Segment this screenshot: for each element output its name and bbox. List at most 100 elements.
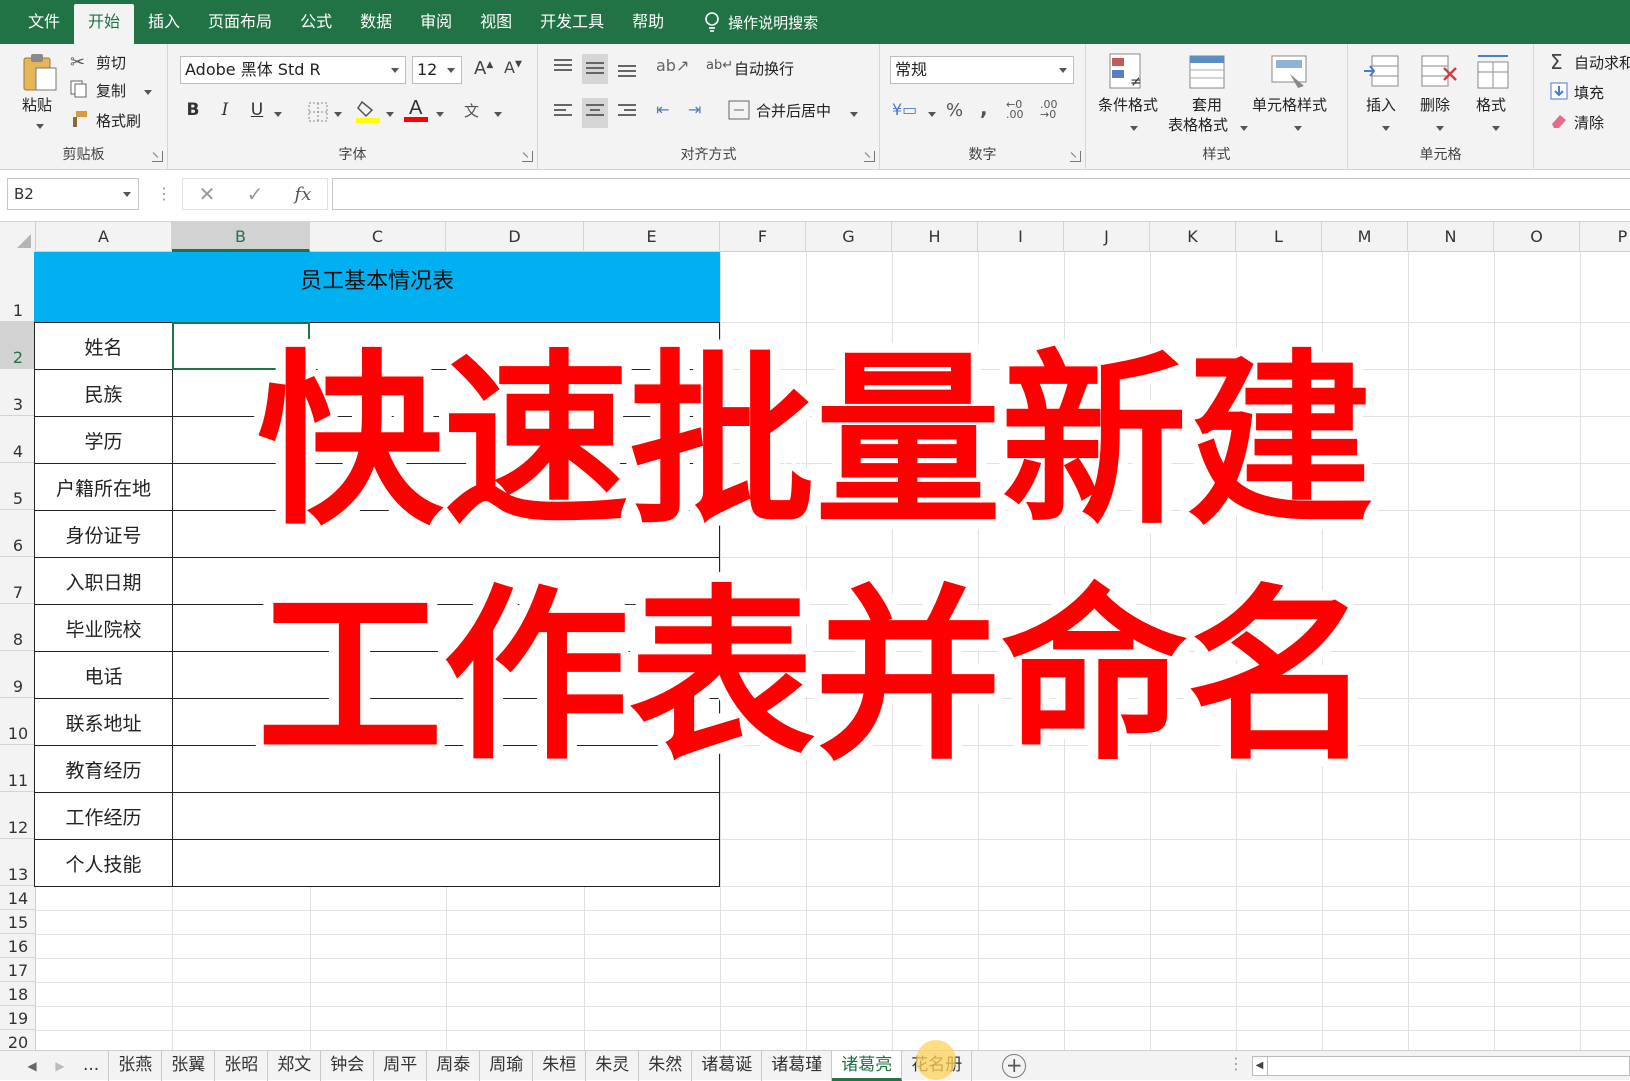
worksheet-grid[interactable]: ABCDEFGHIJKLMNOP 1 2 3 4 5 6 7 8 9 10 11 12 13 14 15 16…	[0, 222, 1630, 1050]
table-label-cell[interactable]: 电话	[34, 651, 173, 699]
column-header-B[interactable]: B	[172, 222, 310, 252]
menu-tab-3[interactable]: 页面布局	[194, 0, 286, 44]
add-sheet-button[interactable]: +	[1002, 1053, 1027, 1078]
paste-icon[interactable]	[20, 52, 58, 96]
column-header-A[interactable]: A	[36, 222, 172, 252]
table-label-cell[interactable]: 入职日期	[34, 557, 173, 605]
row-header-2[interactable]: 2	[0, 322, 36, 369]
increase-indent-icon[interactable]: ⇥	[688, 100, 701, 119]
sheet-tab-5[interactable]: 周平	[374, 1050, 428, 1081]
borders-icon[interactable]	[308, 102, 328, 126]
column-header-M[interactable]: M	[1322, 222, 1408, 252]
menu-tab-5[interactable]: 数据	[346, 0, 406, 44]
decrease-decimal-icon[interactable]: .00 →0	[1040, 99, 1058, 120]
increase-decimal-icon[interactable]: ←0.00	[1006, 99, 1024, 120]
insert-cells-button[interactable]: 插入	[1366, 94, 1396, 115]
table-value-cell[interactable]	[172, 369, 720, 417]
table-value-cell[interactable]	[172, 839, 720, 887]
phonetic-icon[interactable]: 文	[464, 100, 479, 121]
table-value-cell[interactable]	[172, 463, 720, 511]
fill-color-icon[interactable]	[356, 98, 380, 128]
clear-button[interactable]: 清除	[1574, 112, 1604, 133]
menu-tab-6[interactable]: 审阅	[406, 0, 466, 44]
column-header-L[interactable]: L	[1236, 222, 1322, 252]
formula-input[interactable]	[332, 178, 1630, 210]
tab-split-dots-icon[interactable]: ⋮	[1228, 1054, 1244, 1073]
middle-align-icon[interactable]	[582, 54, 608, 84]
table-value-cell[interactable]	[172, 792, 720, 840]
column-header-H[interactable]: H	[892, 222, 978, 252]
menu-tab-2[interactable]: 插入	[134, 0, 194, 44]
column-header-P[interactable]: P	[1580, 222, 1630, 252]
more-sheets-ellipsis[interactable]: ...	[74, 1050, 110, 1081]
menu-tab-1[interactable]: 开始	[74, 4, 135, 44]
table-label-cell[interactable]: 工作经历	[34, 792, 173, 840]
number-launcher-icon[interactable]	[1070, 151, 1081, 162]
row-header-5[interactable]: 5	[0, 463, 36, 510]
column-header-N[interactable]: N	[1408, 222, 1494, 252]
insert-function-icon[interactable]: fx	[295, 184, 312, 205]
column-header-G[interactable]: G	[806, 222, 892, 252]
row-header-3[interactable]: 3	[0, 369, 36, 416]
conditional-format-button[interactable]: 条件格式	[1098, 94, 1158, 115]
row-header-19[interactable]: 19	[0, 1006, 36, 1030]
font-color-icon[interactable]: A	[404, 96, 428, 128]
table-label-cell[interactable]: 姓名	[34, 322, 173, 370]
fill-button[interactable]: 填充	[1574, 82, 1604, 103]
row-header-7[interactable]: 7	[0, 557, 36, 604]
column-header-F[interactable]: F	[720, 222, 806, 252]
table-label-cell[interactable]: 学历	[34, 416, 173, 464]
sheet-tab-3[interactable]: 郑文	[268, 1050, 322, 1081]
menu-tab-7[interactable]: 视图	[466, 0, 526, 44]
cancel-entry-icon[interactable]: ✕	[199, 182, 216, 206]
column-header-D[interactable]: D	[446, 222, 584, 252]
shrink-font-icon[interactable]: A▼	[504, 58, 522, 77]
format-painter-button[interactable]: 格式刷	[96, 110, 141, 131]
menu-tab-4[interactable]: 公式	[286, 0, 346, 44]
orientation-icon[interactable]: ab↗	[656, 56, 689, 75]
menu-tab-9[interactable]: 帮助	[618, 0, 678, 44]
percent-button[interactable]: %	[946, 100, 963, 121]
table-label-cell[interactable]: 毕业院校	[34, 604, 173, 652]
currency-icon[interactable]: ¥▭	[892, 100, 917, 119]
row-header-6[interactable]: 6	[0, 510, 36, 557]
row-header-11[interactable]: 11	[0, 745, 36, 792]
align-left-icon[interactable]	[552, 100, 574, 126]
sheet-tab-1[interactable]: 张翼	[162, 1050, 216, 1081]
format-cells-button[interactable]: 格式	[1476, 94, 1506, 115]
column-header-E[interactable]: E	[584, 222, 720, 252]
column-header-I[interactable]: I	[978, 222, 1064, 252]
bottom-align-icon[interactable]	[616, 56, 638, 82]
sheet-tab-11[interactable]: 诸葛诞	[692, 1050, 763, 1081]
bold-button[interactable]: B	[180, 100, 206, 120]
sheet-tab-13[interactable]: 诸葛亮	[832, 1050, 903, 1081]
font-launcher-icon[interactable]	[522, 151, 533, 162]
menu-tab-8[interactable]: 开发工具	[526, 0, 618, 44]
next-sheet-icon[interactable]: ▶	[46, 1059, 74, 1073]
table-value-cell[interactable]	[172, 322, 720, 370]
sheet-tab-9[interactable]: 朱灵	[586, 1050, 640, 1081]
align-center-icon[interactable]	[582, 98, 608, 128]
merge-center-button[interactable]: 合并后居中	[756, 100, 831, 121]
row-header-13[interactable]: 13	[0, 839, 36, 886]
select-all-button[interactable]	[0, 222, 36, 252]
prev-sheet-icon[interactable]: ◀	[18, 1059, 46, 1073]
format-as-table-line1[interactable]: 套用	[1192, 94, 1222, 115]
row-header-8[interactable]: 8	[0, 604, 36, 651]
table-label-cell[interactable]: 教育经历	[34, 745, 173, 793]
clipboard-launcher-icon[interactable]	[152, 151, 163, 162]
table-value-cell[interactable]	[172, 416, 720, 464]
column-header-J[interactable]: J	[1064, 222, 1150, 252]
table-label-cell[interactable]: 个人技能	[34, 839, 173, 887]
scroll-left-icon[interactable]: ◀	[1252, 1056, 1268, 1076]
table-label-cell[interactable]: 户籍所在地	[34, 463, 173, 511]
column-header-C[interactable]: C	[310, 222, 446, 252]
row-header-20[interactable]: 20	[0, 1030, 36, 1050]
italic-button[interactable]: I	[212, 100, 238, 120]
decrease-indent-icon[interactable]: ⇤	[656, 100, 669, 119]
horizontal-scrollbar[interactable]	[1252, 1056, 1630, 1076]
grow-font-icon[interactable]: A▲	[474, 58, 493, 79]
comma-button[interactable]: ,	[980, 96, 988, 120]
table-value-cell[interactable]	[172, 651, 720, 699]
copy-button[interactable]: 复制	[96, 80, 126, 101]
